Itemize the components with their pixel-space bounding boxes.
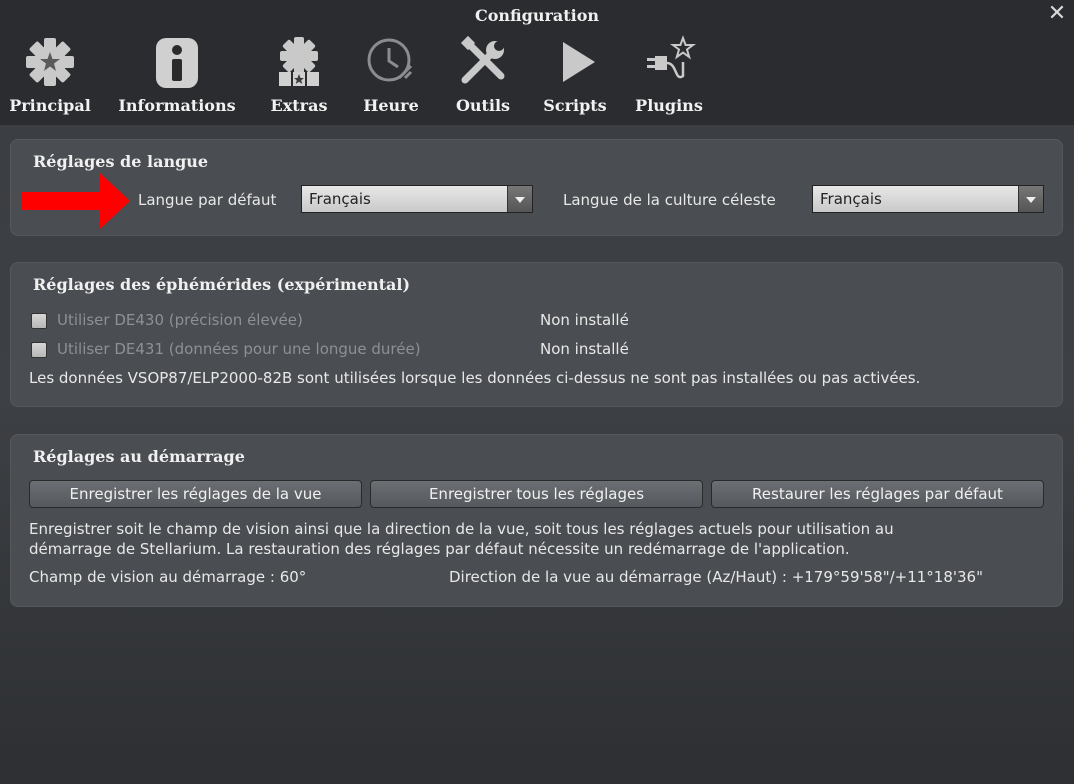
tab-label: Principal bbox=[9, 96, 91, 115]
startup-description-line1: Enregistrer soit le champ de vision ains… bbox=[29, 520, 894, 538]
startup-settings-group: Réglages au démarrage Enregistrer les ré… bbox=[10, 434, 1063, 607]
info-icon bbox=[156, 38, 198, 88]
language-settings-group: Réglages de langue Langue par défaut Fra… bbox=[10, 139, 1063, 236]
de431-status: Non installé bbox=[540, 340, 629, 358]
tab-scripts[interactable]: Scripts bbox=[540, 34, 610, 122]
extras-gear-stars-icon bbox=[279, 37, 319, 86]
ephemeris-settings-title: Réglages des éphémérides (expérimental) bbox=[33, 275, 411, 294]
de430-checkbox[interactable] bbox=[31, 313, 47, 329]
window-title: Configuration bbox=[474, 6, 600, 25]
tab-informations[interactable]: Informations bbox=[114, 34, 240, 122]
tab-extras[interactable]: Extras bbox=[264, 34, 334, 122]
tab-bar: Principal Informations Extras Heure Outi… bbox=[0, 30, 1074, 125]
clock-icon bbox=[367, 38, 413, 82]
chevron-down-icon[interactable] bbox=[1018, 186, 1043, 212]
tab-label: Heure bbox=[363, 96, 419, 115]
de431-label: Utiliser DE431 (données pour une longue … bbox=[57, 340, 421, 358]
play-icon bbox=[563, 42, 595, 82]
de431-checkbox[interactable] bbox=[31, 342, 47, 358]
default-language-value: Français bbox=[309, 190, 371, 208]
startup-direction-label: Direction de la vue au démarrage (Az/Hau… bbox=[449, 568, 984, 586]
annotation-arrow-icon bbox=[22, 173, 130, 229]
default-language-label: Langue par défaut bbox=[138, 191, 277, 209]
tab-label: Scripts bbox=[543, 96, 607, 115]
sky-culture-language-combo[interactable]: Français bbox=[812, 185, 1044, 213]
de430-label: Utiliser DE430 (précision élevée) bbox=[57, 311, 303, 329]
sky-culture-language-label: Langue de la culture céleste bbox=[563, 191, 776, 209]
tab-principal[interactable]: Principal bbox=[6, 34, 94, 122]
tab-plugins[interactable]: Plugins bbox=[632, 34, 706, 122]
save-all-settings-button[interactable]: Enregistrer tous les réglages bbox=[370, 480, 703, 508]
save-view-settings-button[interactable]: Enregistrer les réglages de la vue bbox=[29, 480, 362, 508]
tools-icon bbox=[460, 35, 505, 84]
tab-label: Outils bbox=[455, 96, 511, 115]
ephemeris-settings-group: Réglages des éphémérides (expérimental) … bbox=[10, 262, 1063, 407]
language-settings-title: Réglages de langue bbox=[33, 152, 209, 171]
restore-defaults-button[interactable]: Restaurer les réglages par défaut bbox=[711, 480, 1044, 508]
tab-heure[interactable]: Heure bbox=[358, 34, 424, 122]
close-icon[interactable]: ✕ bbox=[1046, 2, 1068, 26]
startup-fov-label: Champ de vision au démarrage : 60° bbox=[29, 568, 307, 586]
default-language-combo[interactable]: Français bbox=[301, 185, 533, 213]
ephemeris-note: Les données VSOP87/ELP2000-82B sont util… bbox=[29, 369, 921, 387]
title-bar: Configuration ✕ bbox=[0, 0, 1074, 30]
chevron-down-icon[interactable] bbox=[507, 186, 532, 212]
sky-culture-language-value: Français bbox=[820, 190, 882, 208]
de430-status: Non installé bbox=[540, 311, 629, 329]
gear-icon bbox=[26, 38, 74, 86]
tab-outils[interactable]: Outils bbox=[448, 34, 518, 122]
startup-settings-title: Réglages au démarrage bbox=[33, 447, 245, 466]
tab-label: Informations bbox=[118, 96, 236, 115]
tab-label: Extras bbox=[270, 96, 328, 115]
tab-label: Plugins bbox=[635, 96, 703, 115]
startup-description-line2: démarrage de Stellarium. La restauration… bbox=[29, 540, 850, 558]
plug-star-icon bbox=[647, 35, 696, 79]
